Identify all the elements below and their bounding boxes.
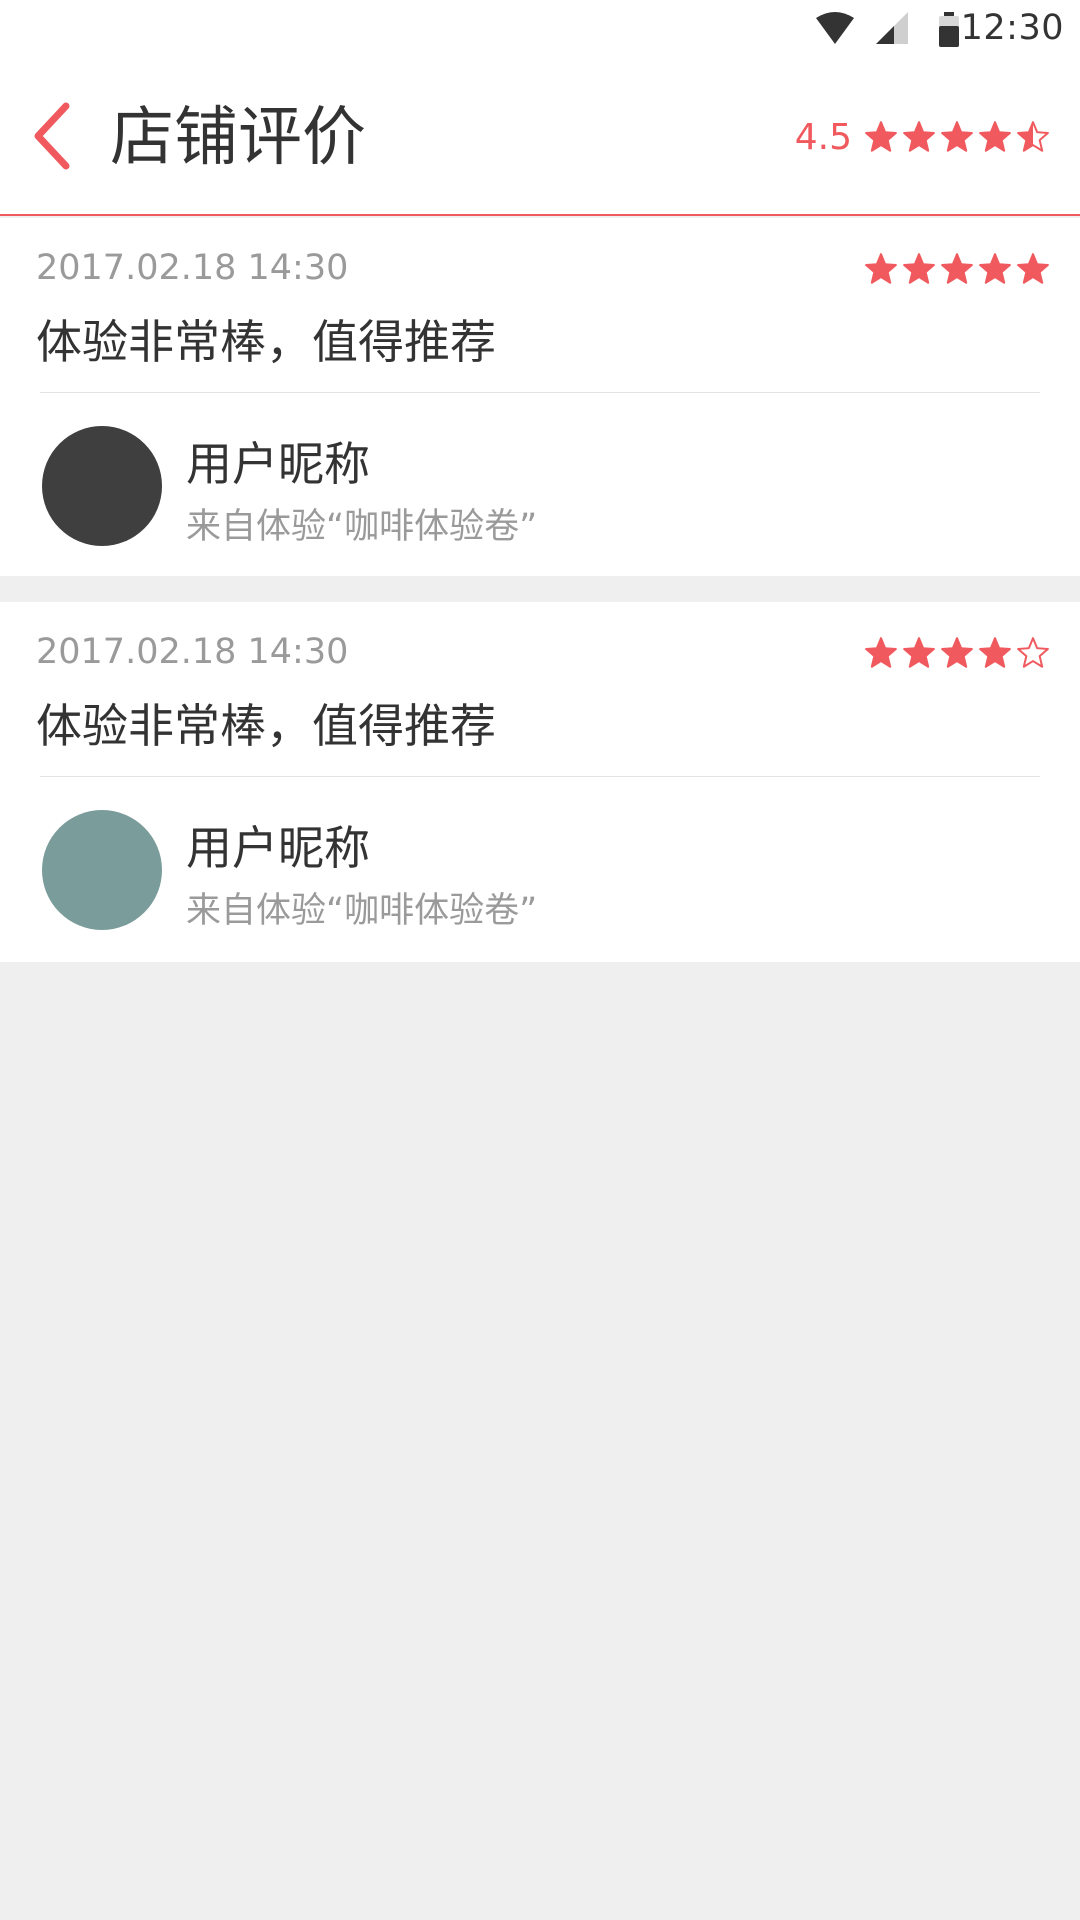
star-half-icon bbox=[1017, 121, 1049, 152]
battery-icon bbox=[939, 12, 959, 47]
user-nickname: 用户昵称 bbox=[186, 437, 370, 491]
review-time: 2017.02.18 14:30 bbox=[36, 632, 349, 672]
star-filled-icon bbox=[865, 121, 897, 152]
overall-score: 4.5 bbox=[794, 116, 852, 158]
header: 店铺评价 4.5 bbox=[0, 60, 1080, 216]
chevron-left-icon bbox=[34, 102, 70, 170]
divider bbox=[40, 392, 1040, 393]
star-filled-icon bbox=[941, 121, 973, 152]
star-filled-icon bbox=[979, 253, 1011, 284]
review-card: 2017.02.18 14:30 体验非常棒，值得推荐 用户昵称 来自体验“咖啡… bbox=[0, 602, 1080, 962]
user-nickname: 用户昵称 bbox=[186, 821, 370, 875]
overall-stars bbox=[864, 120, 1050, 154]
star-filled-icon bbox=[979, 637, 1011, 668]
star-filled-icon bbox=[941, 253, 973, 284]
review-content: 体验非常棒，值得推荐 bbox=[36, 315, 496, 369]
page-title: 店铺评价 bbox=[110, 101, 366, 175]
review-rating bbox=[864, 252, 1050, 286]
review-source: 来自体验“咖啡体验卷” bbox=[186, 891, 538, 931]
avatar[interactable] bbox=[42, 810, 162, 930]
star-filled-icon bbox=[979, 121, 1011, 152]
divider bbox=[40, 776, 1040, 777]
star-filled-icon bbox=[865, 253, 897, 284]
review-rating bbox=[864, 636, 1050, 670]
star-filled-icon bbox=[865, 637, 897, 668]
status-bar: 12:30 bbox=[0, 0, 1080, 60]
avatar[interactable] bbox=[42, 426, 162, 546]
star-filled-icon bbox=[941, 637, 973, 668]
review-card: 2017.02.18 14:30 体验非常棒，值得推荐 用户昵称 来自体验“咖啡… bbox=[0, 218, 1080, 576]
review-content: 体验非常棒，值得推荐 bbox=[36, 699, 496, 753]
star-filled-icon bbox=[903, 637, 935, 668]
review-time: 2017.02.18 14:30 bbox=[36, 248, 349, 288]
star-filled-icon bbox=[1017, 253, 1049, 284]
wifi-icon bbox=[816, 12, 854, 44]
overall-rating: 4.5 bbox=[795, 114, 1050, 160]
star-filled-icon bbox=[903, 121, 935, 152]
cell-signal-icon bbox=[876, 12, 908, 44]
back-button[interactable] bbox=[22, 98, 94, 170]
review-source: 来自体验“咖啡体验卷” bbox=[186, 507, 538, 547]
status-time: 12:30 bbox=[960, 8, 1064, 48]
star-empty-icon bbox=[1017, 637, 1049, 668]
star-filled-icon bbox=[903, 253, 935, 284]
